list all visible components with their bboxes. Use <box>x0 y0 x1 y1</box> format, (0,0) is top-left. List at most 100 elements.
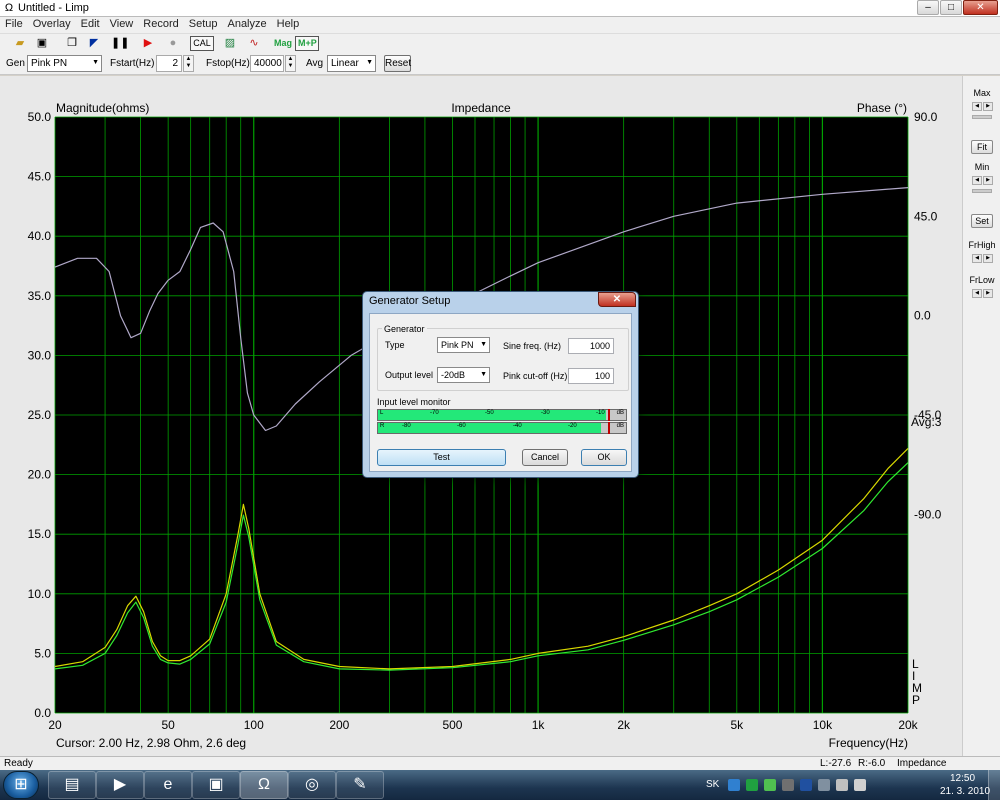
menu-setup[interactable]: Setup <box>184 17 223 30</box>
gen-label: Gen <box>6 58 25 69</box>
fstop-field[interactable]: 40000 <box>250 55 284 72</box>
meter-tick: -80 <box>402 423 411 429</box>
shield-icon[interactable] <box>800 779 812 791</box>
copy-icon[interactable]: ❐ <box>64 36 80 51</box>
monitor-icon[interactable] <box>818 779 830 791</box>
pink-cutoff-field[interactable]: 100 <box>568 368 614 384</box>
menu-analyze[interactable]: Analyze <box>222 17 271 30</box>
x-tick-label: 2k <box>617 718 631 732</box>
windows-start-icon[interactable]: ⊞ <box>3 771 39 799</box>
db-unit: dB <box>616 410 624 416</box>
dialog-body: Generator Type Pink PN ▼ Sine freq. (Hz)… <box>369 313 632 472</box>
omega-icon: Ω <box>4 2 14 14</box>
max-right-arrow-icon[interactable]: ▶ <box>983 102 993 111</box>
x-tick-label: 1k <box>532 718 546 732</box>
internet-explorer-icon[interactable]: e <box>144 771 192 799</box>
fstart-field[interactable]: 2 <box>156 55 182 72</box>
output-level-select[interactable]: -20dB ▼ <box>437 367 490 383</box>
mag-button[interactable]: Mag <box>271 36 293 51</box>
language-indicator[interactable]: SK <box>706 779 719 790</box>
show-desktop-button[interactable] <box>988 770 1000 800</box>
set-button[interactable]: Set <box>971 214 993 228</box>
sine-freq-field[interactable]: 1000 <box>568 338 614 354</box>
record-icon[interactable]: ● <box>165 36 181 51</box>
limp-taskbar-icon[interactable]: Ω <box>240 771 288 799</box>
menu-edit[interactable]: Edit <box>76 17 105 30</box>
menu-file[interactable]: File <box>0 17 28 30</box>
cancel-button[interactable]: Cancel <box>522 449 568 466</box>
x-tick-label: 500 <box>442 718 462 732</box>
hatch-icon[interactable]: ▨ <box>222 36 238 51</box>
menu-view[interactable]: View <box>105 17 139 30</box>
y-axis-title: Magnitude(ohms) <box>56 101 149 115</box>
test-button[interactable]: Test <box>377 449 506 466</box>
device-icon[interactable] <box>782 779 794 791</box>
menu-help[interactable]: Help <box>272 17 305 30</box>
system-tray: SK 12:50 21. 3. 2010 <box>700 770 1000 800</box>
status-l-level: L:-27.6 <box>820 758 852 769</box>
save-icon[interactable]: ▣ <box>34 36 50 51</box>
fstop-spinner[interactable]: ▲ ▼ <box>285 55 296 72</box>
gen-select[interactable]: Pink PN ▼ <box>27 55 102 72</box>
meter-tick: -20 <box>568 423 577 429</box>
left-channel-meter: L -70 -50 -30 -10 dB <box>377 409 627 421</box>
speaker-app-icon[interactable]: ◎ <box>288 771 336 799</box>
x-tick-label: 10k <box>813 718 833 732</box>
y-tick-label: 40.0 <box>28 229 52 243</box>
y2-tick-label: -90.0 <box>914 507 942 521</box>
paint-app-icon[interactable]: ✎ <box>336 771 384 799</box>
type-select[interactable]: Pink PN ▼ <box>437 337 490 353</box>
explorer-folder-icon[interactable]: ▤ <box>48 771 96 799</box>
pause-icon[interactable]: ❚❚ <box>111 36 129 51</box>
fit-button[interactable]: Fit <box>971 140 993 154</box>
generator-bar: Gen Pink PN ▼ Fstart(Hz) 2 ▲ ▼ Fstop(Hz) … <box>0 52 1000 75</box>
y2-tick-label: 90.0 <box>914 110 938 124</box>
limp-app-window: Ω Untitled - Limp – □ ✕ File Overlay Edit V… <box>0 0 1000 800</box>
play-icon[interactable]: ▶ <box>140 36 156 51</box>
frhigh-right-arrow-icon[interactable]: ▶ <box>983 254 993 263</box>
ok-button[interactable]: OK <box>581 449 627 466</box>
y-tick-label: 30.0 <box>28 348 52 362</box>
min-slider[interactable] <box>972 189 992 193</box>
max-left-arrow-icon[interactable]: ◀ <box>972 102 982 111</box>
clock-date[interactable]: 21. 3. 2010 <box>940 786 990 797</box>
right-channel-label: R <box>380 423 385 429</box>
marker-icon[interactable]: ◤ <box>86 36 102 51</box>
menu-overlay[interactable]: Overlay <box>28 17 76 30</box>
media-player-icon[interactable]: ▶ <box>96 771 144 799</box>
flag-icon[interactable] <box>836 779 848 791</box>
cal-button[interactable]: CAL <box>190 36 214 51</box>
y-tick-label: 45.0 <box>28 170 52 184</box>
min-label: Min <box>974 162 990 172</box>
meter-tick: -30 <box>541 410 550 416</box>
network-icon[interactable] <box>728 779 740 791</box>
minimize-button[interactable]: – <box>917 0 939 15</box>
min-right-arrow-icon[interactable]: ▶ <box>983 176 993 185</box>
min-left-arrow-icon[interactable]: ◀ <box>972 176 982 185</box>
frhigh-left-arrow-icon[interactable]: ◀ <box>972 254 982 263</box>
output-level-label: Output level <box>385 370 434 380</box>
menu-record[interactable]: Record <box>138 17 183 30</box>
floppy-app-icon[interactable]: ▣ <box>192 771 240 799</box>
app-tray-icon[interactable] <box>764 779 776 791</box>
mp-button[interactable]: M+P <box>295 36 319 51</box>
reset-button[interactable]: Reset <box>384 55 411 72</box>
close-button[interactable]: ✕ <box>963 0 998 15</box>
battery-icon[interactable] <box>746 779 758 791</box>
fstart-spinner[interactable]: ▲ ▼ <box>183 55 194 72</box>
frlow-right-arrow-icon[interactable]: ▶ <box>983 289 993 298</box>
left-channel-label: L <box>380 410 384 416</box>
frlow-left-arrow-icon[interactable]: ◀ <box>972 289 982 298</box>
restore-button[interactable]: □ <box>940 0 962 15</box>
volume-icon[interactable] <box>854 779 866 791</box>
waveform-icon[interactable]: ∿ <box>246 36 262 51</box>
dialog-close-button[interactable]: ✕ <box>598 292 636 307</box>
avg-select-value: Linear <box>331 58 359 69</box>
generator-group-label: Generator <box>382 324 427 334</box>
avg-select[interactable]: Linear ▼ <box>327 55 376 72</box>
max-slider[interactable] <box>972 115 992 119</box>
x-tick-label: 5k <box>730 718 744 732</box>
open-folder-icon[interactable]: ▰ <box>12 36 28 51</box>
clock-time[interactable]: 12:50 <box>950 773 975 784</box>
y-tick-label: 25.0 <box>28 408 52 422</box>
